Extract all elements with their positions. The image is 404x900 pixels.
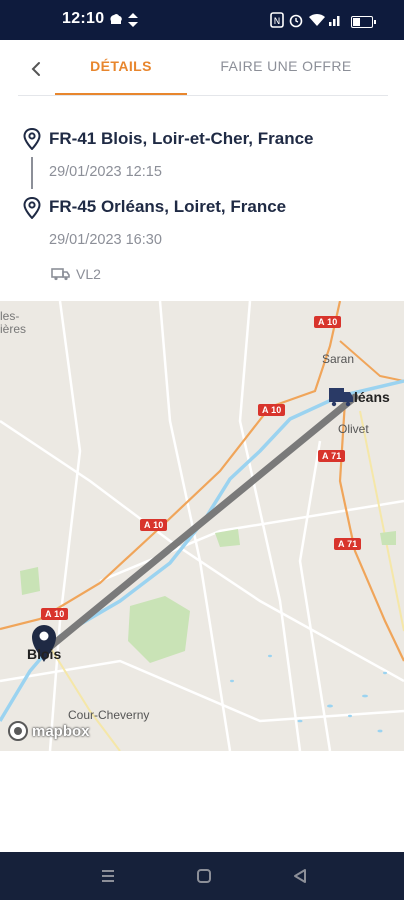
truck-icon [51, 268, 70, 281]
road-shield-a71: A 71 [334, 538, 362, 550]
road-shield-a10: A 10 [314, 316, 342, 328]
wifi-icon [309, 13, 325, 26]
sync-icon [128, 13, 138, 27]
map-label-saran: Saran [322, 352, 355, 366]
home-icon[interactable] [194, 866, 214, 886]
chef-hat-icon [110, 14, 122, 24]
route-map[interactable]: les- ières Saran léans Olivet Blois Cour… [0, 301, 404, 751]
battery-icon [351, 16, 376, 28]
destination-name: FR-45 Orléans, Loiret, France [49, 197, 287, 216]
vehicle-type: VL2 [76, 266, 101, 282]
map-canvas [0, 301, 404, 751]
status-time: 12:10 [62, 10, 105, 27]
road-shield-a71: A 71 [318, 450, 346, 462]
road-shield-a10: A 10 [140, 519, 168, 531]
origin-datetime: 29/01/2023 12:15 [49, 164, 162, 180]
alarm-icon [289, 14, 303, 28]
map-label-orleans: léans [354, 389, 390, 405]
mapbox-attribution[interactable]: mapbox [8, 719, 90, 743]
back-icon[interactable] [290, 866, 310, 886]
origin-pin-icon [23, 128, 41, 150]
map-label-olivet: Olivet [338, 422, 369, 436]
tab-make-offer[interactable]: FAIRE UNE OFFRE [212, 58, 360, 74]
map-label-partial-1: les- [0, 309, 20, 323]
svg-text:N: N [274, 17, 281, 27]
status-bar: 12:10 N [0, 0, 404, 40]
road-shield-a10: A 10 [41, 608, 69, 620]
map-label-partial-2: ières [0, 322, 27, 336]
mapbox-logo-icon [8, 721, 28, 741]
destination-pin-icon [23, 197, 41, 219]
chevron-left-icon[interactable] [26, 58, 48, 80]
signal-icon [329, 16, 340, 26]
map-destination-truck[interactable] [329, 388, 353, 407]
map-label-blois: Blois [27, 646, 62, 662]
tabs-divider [18, 95, 388, 96]
destination-datetime: 29/01/2023 16:30 [49, 232, 162, 248]
recent-apps-icon[interactable] [98, 866, 118, 886]
mapbox-logo-text: mapbox [32, 722, 90, 740]
route-connector [31, 157, 33, 189]
road-shield-a10: A 10 [258, 404, 286, 416]
tab-bar: DÉTAILS FAIRE UNE OFFRE [0, 40, 404, 96]
origin-name: FR-41 Blois, Loir-et-Cher, France [49, 129, 314, 148]
tab-details[interactable]: DÉTAILS [55, 58, 187, 74]
system-nav-bar [0, 852, 404, 900]
nfc-icon: N [270, 12, 284, 28]
